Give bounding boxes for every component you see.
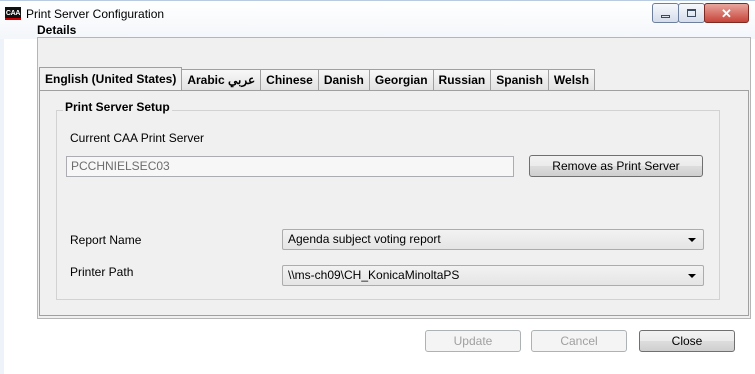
caption-buttons: ✕ [652, 3, 749, 23]
language-tabs: English (United States) Arabic عربي Chin… [39, 67, 596, 90]
maximize-icon [687, 9, 696, 17]
tab-welsh[interactable]: Welsh [547, 69, 596, 90]
update-button[interactable]: Update [425, 330, 521, 352]
tab-georgian[interactable]: Georgian [368, 69, 434, 90]
chevron-down-icon [688, 274, 696, 278]
tab-arabic[interactable]: Arabic عربي [181, 69, 262, 90]
tab-russian[interactable]: Russian [432, 69, 492, 90]
report-name-dropdown[interactable]: Agenda subject voting report [282, 229, 704, 250]
report-name-value: Agenda subject voting report [288, 232, 441, 246]
close-button[interactable]: Close [639, 330, 735, 352]
window-edge [0, 39, 4, 374]
cancel-button[interactable]: Cancel [531, 330, 627, 352]
tab-danish[interactable]: Danish [317, 69, 370, 90]
printer-path-label: Printer Path [70, 265, 134, 279]
close-icon: ✕ [721, 5, 732, 21]
title-bar[interactable]: CAA Print Server Configuration ✕ [0, 1, 755, 39]
maximize-button[interactable] [678, 3, 705, 23]
print-server-configuration-window: CAA Print Server Configuration ✕ Details… [0, 0, 755, 374]
current-server-label: Current CAA Print Server [70, 131, 205, 145]
report-name-label: Report Name [70, 233, 142, 247]
details-label: Details [37, 23, 77, 37]
print-server-setup-title: Print Server Setup [63, 100, 172, 114]
close-window-button[interactable]: ✕ [704, 3, 749, 23]
printer-path-value: \\ms-ch09\CH_KonicaMinoltaPS [288, 268, 460, 282]
tab-spanish[interactable]: Spanish [490, 69, 549, 90]
minimize-icon [661, 14, 670, 18]
minimize-button[interactable] [652, 3, 679, 23]
chevron-down-icon [688, 238, 696, 242]
window-title: Print Server Configuration [26, 7, 165, 21]
tab-english-united-states[interactable]: English (United States) [39, 67, 183, 90]
tab-chinese[interactable]: Chinese [260, 69, 319, 90]
printer-path-dropdown[interactable]: \\ms-ch09\CH_KonicaMinoltaPS [282, 265, 704, 286]
remove-as-print-server-button[interactable]: Remove as Print Server [529, 155, 703, 177]
caa-app-icon: CAA [5, 7, 21, 20]
current-server-field[interactable]: PCCHNIELSEC03 [66, 156, 514, 177]
